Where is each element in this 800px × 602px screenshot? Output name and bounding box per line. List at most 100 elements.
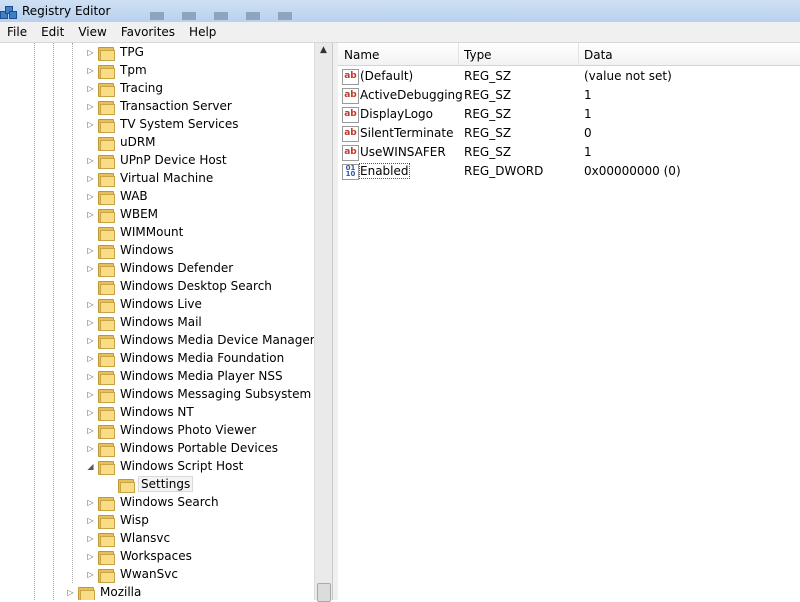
list-item[interactable]: ab (Default) REG_SZ (value not set) xyxy=(338,67,800,86)
tree-item[interactable]: ▷ Windows Photo Viewer xyxy=(86,421,258,439)
expand-arrow-icon[interactable]: ▷ xyxy=(86,102,95,111)
expand-arrow-icon[interactable]: ▷ xyxy=(86,570,95,579)
expand-arrow-icon[interactable]: ▷ xyxy=(86,498,95,507)
menu-file[interactable]: File xyxy=(0,25,34,39)
tree-item-label: Windows Desktop Search xyxy=(120,279,272,293)
tree-item-label: WBEM xyxy=(120,207,159,221)
value-data-cell: 1 xyxy=(584,145,592,159)
expand-arrow-icon[interactable]: ▷ xyxy=(86,354,95,363)
tree-item-label: Windows Photo Viewer xyxy=(120,423,257,437)
tree-item[interactable]: ▷ TV System Services xyxy=(86,115,241,133)
value-name-cell: Enabled xyxy=(359,162,410,181)
tree-item[interactable]: Settings xyxy=(106,475,194,493)
expand-arrow-icon[interactable]: ▷ xyxy=(86,66,95,75)
tree-item[interactable]: ▷ Windows Messaging Subsystem xyxy=(86,385,313,403)
expand-arrow-icon[interactable]: ▷ xyxy=(86,156,95,165)
expand-arrow-icon[interactable]: ▷ xyxy=(86,84,95,93)
tree-item-label: Windows xyxy=(120,243,174,257)
tree-item-label: Windows Script Host xyxy=(120,459,244,473)
tree-item[interactable]: ▷ Virtual Machine xyxy=(86,169,215,187)
folder-icon xyxy=(98,424,115,439)
column-header-data[interactable]: Data xyxy=(578,43,798,65)
expand-arrow-icon[interactable]: ▷ xyxy=(86,300,95,309)
tree-item[interactable]: ▷ Windows Search xyxy=(86,493,221,511)
tree-item[interactable]: ▷ Windows xyxy=(86,241,176,259)
tree-item[interactable]: ▷ UPnP Device Host xyxy=(86,151,229,169)
scroll-up-arrow-icon[interactable]: ▲ xyxy=(315,45,332,59)
tree-item[interactable]: ▷ Mozilla xyxy=(66,583,143,600)
folder-icon xyxy=(98,64,115,79)
expand-arrow-icon[interactable]: ▷ xyxy=(86,120,95,129)
list-item[interactable]: ab DisplayLogo REG_SZ 1 xyxy=(338,105,800,124)
tree-item[interactable]: ▷ TPG xyxy=(86,43,146,61)
expand-arrow-icon[interactable]: ▷ xyxy=(86,336,95,345)
tree-item[interactable]: ▷ Tpm xyxy=(86,61,149,79)
list-item[interactable]: 01 10 Enabled REG_DWORD 0x00000000 (0) xyxy=(338,162,800,181)
tree-item-label: Wisp xyxy=(120,513,149,527)
value-type-cell: REG_SZ xyxy=(464,69,512,83)
tree-item-label: Windows Messaging Subsystem xyxy=(120,387,312,401)
tree-item[interactable]: Windows Desktop Search xyxy=(86,277,274,295)
tree-item[interactable]: ▷ WwanSvc xyxy=(86,565,180,583)
tree-item[interactable]: ▷ Windows NT xyxy=(86,403,196,421)
tree-item-label: TV System Services xyxy=(120,117,239,131)
expand-arrow-icon[interactable]: ▷ xyxy=(86,534,95,543)
expand-arrow-icon[interactable]: ▷ xyxy=(86,516,95,525)
tree-item[interactable]: ▷ Windows Media Player NSS xyxy=(86,367,285,385)
tree-item[interactable]: ▷ Windows Media Foundation xyxy=(86,349,286,367)
tree-vertical-scrollbar[interactable]: ▲ xyxy=(314,43,332,602)
tree-item[interactable]: ▷ WBEM xyxy=(86,205,160,223)
column-header-type[interactable]: Type xyxy=(458,43,579,65)
tree-item[interactable]: ▷ Wlansvc xyxy=(86,529,172,547)
folder-icon xyxy=(98,514,115,529)
tree-item[interactable]: ▷ Tracing xyxy=(86,79,165,97)
list-item[interactable]: ab SilentTerminate REG_SZ 0 xyxy=(338,124,800,143)
expand-arrow-icon[interactable]: ▷ xyxy=(86,48,95,57)
expand-arrow-icon[interactable]: ▷ xyxy=(86,390,95,399)
expand-arrow-icon[interactable]: ▷ xyxy=(66,588,75,597)
tree-item[interactable]: ◢ Windows Script Host xyxy=(86,457,245,475)
menu-edit[interactable]: Edit xyxy=(34,25,71,39)
menu-help[interactable]: Help xyxy=(182,25,223,39)
string-value-icon: ab xyxy=(342,107,359,123)
tree-item-label: TPG xyxy=(120,45,144,59)
tree-item[interactable]: WIMMount xyxy=(86,223,185,241)
tree-item[interactable]: ▷ Windows Mail xyxy=(86,313,204,331)
registry-values-list[interactable]: Name Type Data ab (Default) REG_SZ (value n… xyxy=(338,43,800,600)
tree-item[interactable]: ▷ Workspaces xyxy=(86,547,194,565)
tree-item[interactable]: ▷ Windows Live xyxy=(86,295,204,313)
tree-item-label: Windows Media Player NSS xyxy=(120,369,283,383)
window-title: Registry Editor xyxy=(22,4,111,18)
expand-arrow-icon[interactable]: ▷ xyxy=(86,408,95,417)
expand-arrow-icon[interactable]: ▷ xyxy=(86,246,95,255)
scroll-thumb[interactable] xyxy=(317,583,331,602)
tree-item[interactable]: ▷ Transaction Server xyxy=(86,97,234,115)
list-item[interactable]: ab ActiveDebugging REG_SZ 1 xyxy=(338,86,800,105)
expand-arrow-icon[interactable]: ▷ xyxy=(86,264,95,273)
tree-item[interactable]: ▷ Windows Portable Devices xyxy=(86,439,280,457)
tree-item[interactable]: uDRM xyxy=(86,133,158,151)
expand-arrow-icon[interactable]: ▷ xyxy=(86,372,95,381)
tree-item[interactable]: ▷ Windows Media Device Manager xyxy=(86,331,317,349)
tree-item[interactable]: ▷ WAB xyxy=(86,187,150,205)
expand-arrow-icon[interactable]: ▷ xyxy=(86,552,95,561)
folder-icon xyxy=(98,406,115,421)
expand-arrow-icon[interactable]: ▷ xyxy=(86,426,95,435)
collapse-arrow-icon[interactable]: ◢ xyxy=(86,462,95,471)
tree-item[interactable]: ▷ Windows Defender xyxy=(86,259,235,277)
expand-arrow-icon[interactable]: ▷ xyxy=(86,444,95,453)
menu-favorites[interactable]: Favorites xyxy=(114,25,182,39)
expand-arrow-icon[interactable]: ▷ xyxy=(86,192,95,201)
value-type-cell: REG_SZ xyxy=(464,107,512,121)
expand-arrow-icon[interactable]: ▷ xyxy=(86,318,95,327)
tree-item[interactable]: ▷ Wisp xyxy=(86,511,151,529)
title-bar: Registry Editor xyxy=(0,0,800,22)
tree-item-label: Windows Portable Devices xyxy=(120,441,278,455)
registry-key-tree[interactable]: ▷ TPG ▷ Tpm ▷ Tracing ▷ Transaction Server ▷ TV S… xyxy=(0,43,332,600)
column-header-name[interactable]: Name xyxy=(338,43,459,65)
expand-arrow-icon[interactable]: ▷ xyxy=(86,210,95,219)
expand-arrow-icon[interactable]: ▷ xyxy=(86,174,95,183)
menu-view[interactable]: View xyxy=(71,25,113,39)
list-item[interactable]: ab UseWINSAFER REG_SZ 1 xyxy=(338,143,800,162)
tree-item-label: WAB xyxy=(120,189,148,203)
